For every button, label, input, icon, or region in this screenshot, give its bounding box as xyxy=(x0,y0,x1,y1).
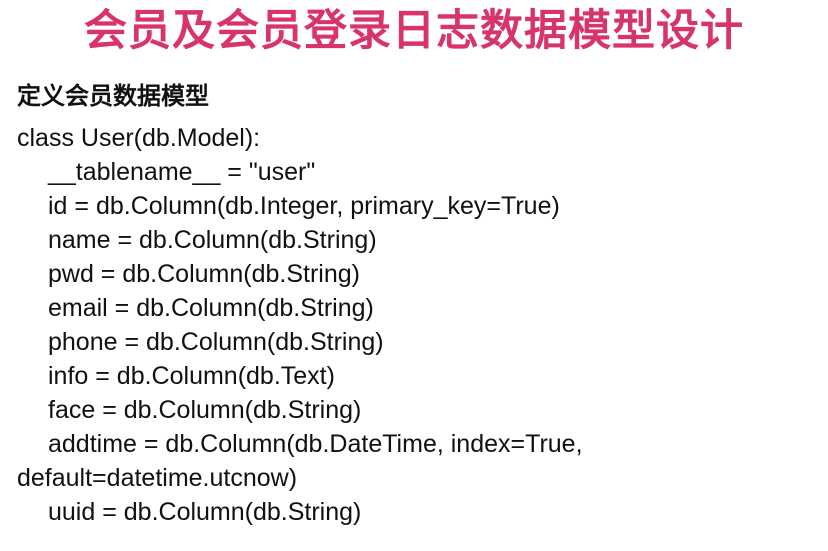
code-line-face: face = db.Column(db.String) xyxy=(48,396,362,424)
code-line-addtime-default: default=datetime.utcnow) xyxy=(17,464,298,492)
slide-subtitle: 定义会员数据模型 xyxy=(17,82,209,110)
code-line-name: name = db.Column(db.String) xyxy=(48,226,377,254)
code-line-uuid: uuid = db.Column(db.String) xyxy=(48,498,362,526)
slide-title: 会员及会员登录日志数据模型设计 xyxy=(84,6,744,56)
code-line-id: id = db.Column(db.Integer, primary_key=T… xyxy=(48,192,560,220)
code-line-phone: phone = db.Column(db.String) xyxy=(48,328,384,356)
code-line-pwd: pwd = db.Column(db.String) xyxy=(48,260,360,288)
code-block: class User(db.Model): __tablename__ = "u… xyxy=(17,121,817,529)
code-line-info: info = db.Column(db.Text) xyxy=(48,362,335,390)
code-line-class-def: class User(db.Model): xyxy=(17,124,261,152)
slide: 会员及会员登录日志数据模型设计 定义会员数据模型 class User(db.M… xyxy=(0,0,828,551)
code-line-tablename: __tablename__ = "user" xyxy=(48,158,316,186)
code-line-addtime: addtime = db.Column(db.DateTime, index=T… xyxy=(48,430,583,458)
code-line-email: email = db.Column(db.String) xyxy=(48,294,374,322)
